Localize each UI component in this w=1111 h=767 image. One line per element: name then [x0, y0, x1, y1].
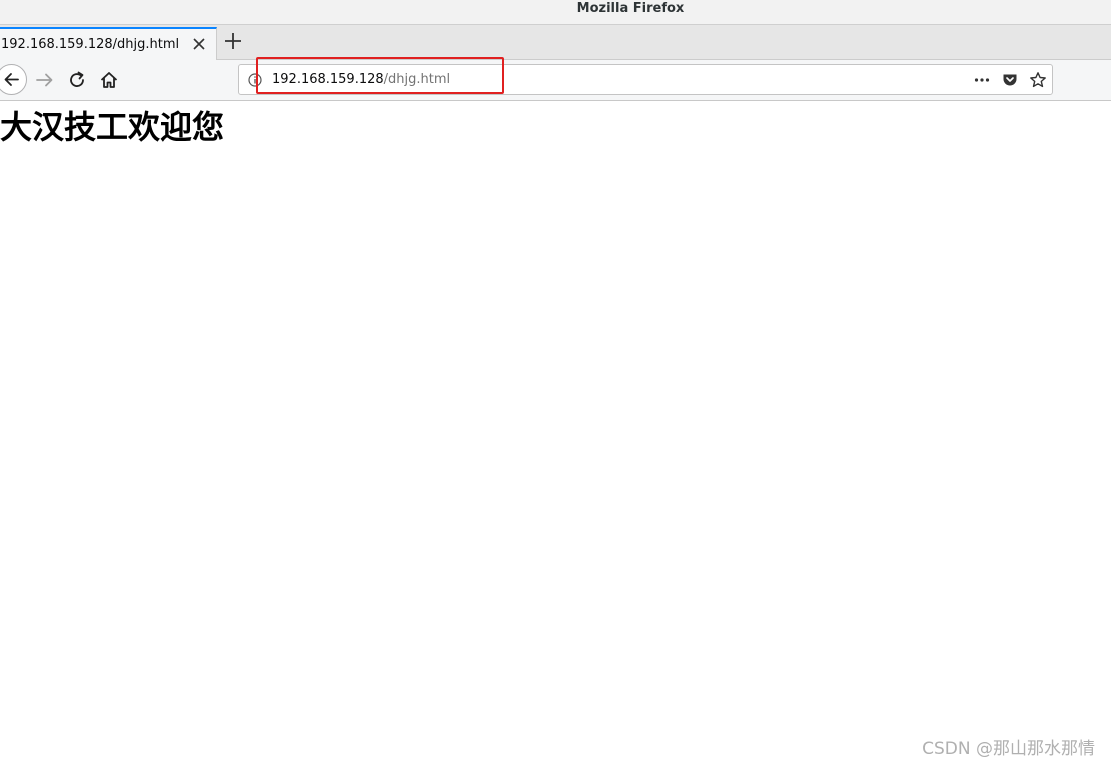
- tab-title: 192.168.159.128/dhjg.html: [1, 37, 180, 52]
- home-icon[interactable]: [97, 68, 121, 92]
- close-icon[interactable]: [192, 37, 206, 51]
- back-button[interactable]: [0, 64, 27, 95]
- tab-active[interactable]: 192.168.159.128/dhjg.html: [0, 27, 217, 60]
- title-bar: Mozilla Firefox: [0, 0, 1111, 25]
- back-arrow-icon: [4, 73, 19, 86]
- pocket-icon[interactable]: [1001, 71, 1019, 89]
- new-tab-button[interactable]: [222, 30, 244, 52]
- page-heading: 大汉技工欢迎您: [0, 108, 225, 146]
- window-title: Mozilla Firefox: [576, 1, 685, 16]
- page-content: 大汉技工欢迎您 CSDN @那山那水那情: [0, 101, 1111, 767]
- tab-strip: 192.168.159.128/dhjg.html: [0, 25, 1111, 60]
- star-icon[interactable]: [1029, 71, 1047, 89]
- url-bar[interactable]: 192.168.159.128/dhjg.html: [238, 64, 1053, 95]
- url-host: 192.168.159.128: [272, 72, 384, 87]
- url-text[interactable]: 192.168.159.128/dhjg.html: [272, 65, 450, 94]
- forward-arrow-icon[interactable]: [33, 68, 57, 92]
- navigation-toolbar: 192.168.159.128/dhjg.html: [0, 60, 1111, 101]
- watermark: CSDN @那山那水那情: [922, 739, 1095, 759]
- browser-window: Mozilla Firefox 192.168.159.128/dhjg.htm…: [0, 0, 1111, 767]
- more-dots-icon[interactable]: [973, 71, 991, 89]
- url-path: /dhjg.html: [383, 72, 451, 87]
- reload-icon[interactable]: [65, 68, 89, 92]
- info-icon[interactable]: [248, 73, 262, 87]
